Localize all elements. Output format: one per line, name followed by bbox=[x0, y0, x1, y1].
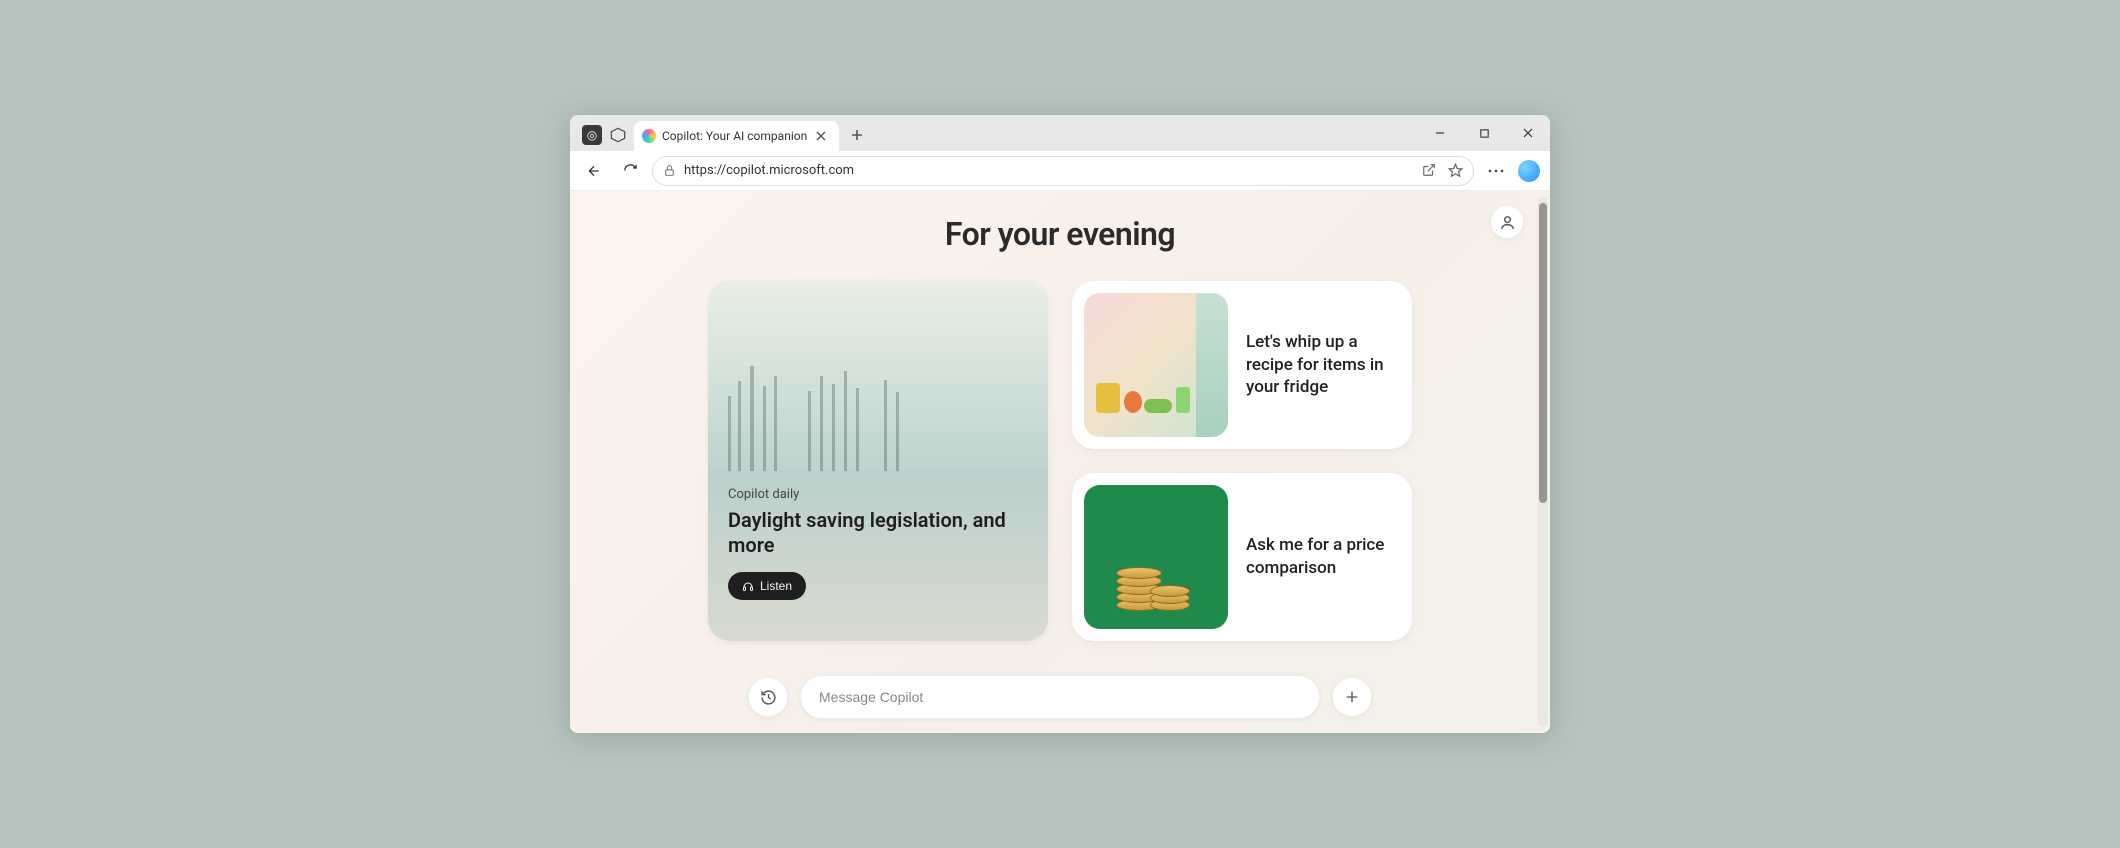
history-icon bbox=[760, 689, 777, 706]
history-button[interactable] bbox=[748, 677, 788, 717]
suggestion-text: Let's whip up a recipe for items in your… bbox=[1246, 331, 1400, 400]
suggestion-card-recipe[interactable]: Let's whip up a recipe for items in your… bbox=[1072, 281, 1412, 449]
add-button[interactable] bbox=[1332, 677, 1372, 717]
window-maximize-button[interactable] bbox=[1462, 118, 1506, 148]
suggestion-text: Ask me for a price comparison bbox=[1246, 534, 1400, 580]
hero-headline: Daylight saving legislation, and more bbox=[728, 508, 1028, 558]
browser-window: ◎ Copilot: Your AI companion bbox=[570, 115, 1550, 733]
copilot-sidebar-icon[interactable] bbox=[1518, 160, 1540, 182]
hero-body: Copilot daily Daylight saving legislatio… bbox=[708, 471, 1048, 618]
window-minimize-button[interactable] bbox=[1418, 118, 1462, 148]
listen-button[interactable]: Listen bbox=[728, 572, 806, 600]
pinned-app-icon-2[interactable] bbox=[608, 125, 628, 145]
copilot-favicon-icon bbox=[642, 129, 656, 143]
window-controls bbox=[1418, 115, 1550, 151]
tab-title: Copilot: Your AI companion bbox=[662, 129, 807, 143]
lock-icon bbox=[663, 164, 676, 177]
address-bar[interactable]: https://copilot.microsoft.com bbox=[652, 156, 1474, 186]
nav-refresh-button[interactable] bbox=[616, 157, 644, 185]
scrollbar-track[interactable] bbox=[1538, 197, 1548, 727]
hero-card[interactable]: Copilot daily Daylight saving legislatio… bbox=[708, 281, 1048, 641]
open-external-icon[interactable] bbox=[1422, 163, 1436, 178]
page-heading: For your evening bbox=[570, 215, 1550, 253]
message-input[interactable] bbox=[800, 675, 1320, 719]
more-menu-button[interactable] bbox=[1482, 157, 1510, 185]
titlebar: ◎ Copilot: Your AI companion bbox=[570, 115, 1550, 151]
profile-button[interactable] bbox=[1490, 205, 1524, 239]
plus-icon bbox=[1344, 689, 1360, 705]
tab-close-button[interactable] bbox=[813, 128, 829, 144]
composer bbox=[748, 675, 1372, 719]
browser-tab-active[interactable]: Copilot: Your AI companion bbox=[634, 121, 839, 151]
page-content: For your evening bbox=[570, 191, 1550, 733]
card-grid: Copilot daily Daylight saving legislatio… bbox=[570, 281, 1550, 641]
person-icon bbox=[1499, 214, 1516, 231]
listen-label: Listen bbox=[760, 579, 792, 593]
window-close-button[interactable] bbox=[1506, 118, 1550, 148]
hero-eyebrow: Copilot daily bbox=[728, 487, 1028, 502]
headphones-icon bbox=[742, 580, 754, 592]
new-tab-button[interactable] bbox=[843, 121, 871, 149]
fridge-illustration bbox=[1084, 293, 1228, 437]
browser-toolbar: https://copilot.microsoft.com bbox=[570, 151, 1550, 191]
suggestion-card-price[interactable]: Ask me for a price comparison bbox=[1072, 473, 1412, 641]
nav-back-button[interactable] bbox=[580, 157, 608, 185]
url-text: https://copilot.microsoft.com bbox=[684, 163, 854, 178]
side-cards: Let's whip up a recipe for items in your… bbox=[1072, 281, 1412, 641]
coins-illustration bbox=[1084, 485, 1228, 629]
scrollbar-thumb[interactable] bbox=[1539, 203, 1547, 503]
favorite-star-icon[interactable] bbox=[1448, 163, 1463, 178]
titlebar-pinned-icons: ◎ bbox=[576, 125, 634, 151]
pinned-app-icon-1[interactable]: ◎ bbox=[582, 125, 602, 145]
hero-illustration bbox=[708, 281, 1048, 471]
